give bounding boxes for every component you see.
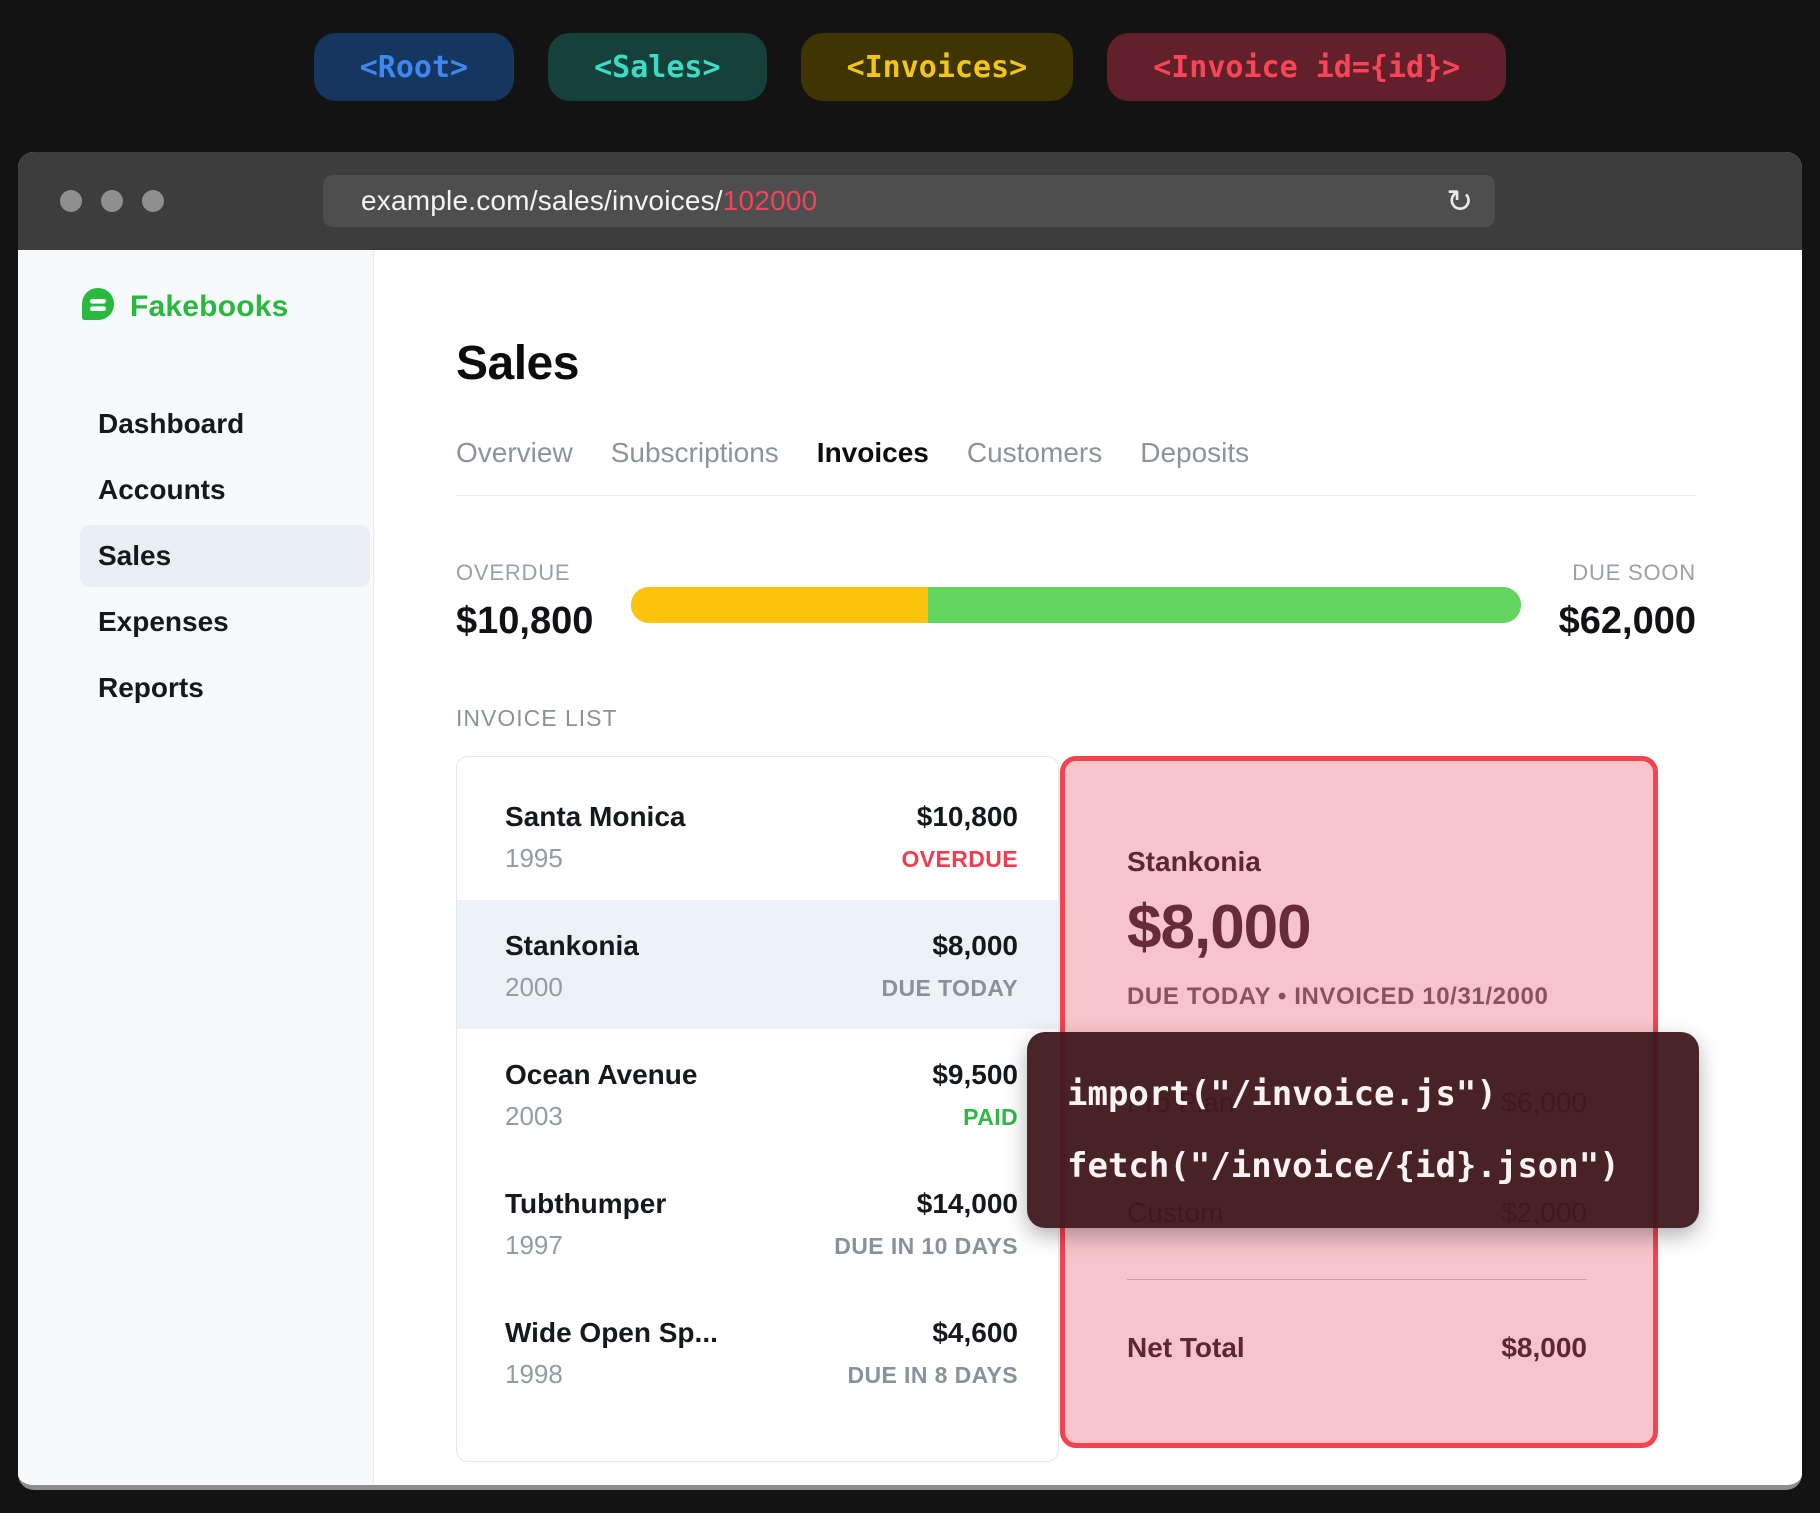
invoice-row-santa-monica[interactable]: Santa Monica $10,800 1995 OVERDUE — [457, 771, 1058, 900]
detail-divider — [1127, 1279, 1587, 1280]
url-prefix: example.com/sales/invoices/ — [361, 185, 723, 216]
detail-customer-name: Stankonia — [1127, 846, 1587, 878]
tab-subscriptions[interactable]: Subscriptions — [611, 437, 779, 469]
invoice-area: Santa Monica $10,800 1995 OVERDUE Stankoni… — [456, 756, 1696, 1462]
invoice-status: DUE TODAY — [881, 975, 1018, 1002]
detail-meta: DUE TODAY • INVOICED 10/31/2000 — [1127, 983, 1587, 1011]
invoice-year: 2003 — [505, 1101, 563, 1132]
sidebar-item-reports[interactable]: Reports — [80, 657, 370, 719]
code-tooltip: import("/invoice.js") fetch("/invoice/{i… — [1027, 1032, 1699, 1228]
invoice-year: 1998 — [505, 1359, 563, 1390]
tabs-divider — [456, 495, 1696, 496]
invoice-name: Stankonia — [505, 930, 639, 962]
reload-icon[interactable]: ↻ — [1446, 185, 1473, 217]
invoice-status: OVERDUE — [901, 846, 1018, 873]
sidebar-item-expenses[interactable]: Expenses — [80, 591, 370, 653]
tab-deposits[interactable]: Deposits — [1140, 437, 1249, 469]
invoice-name: Ocean Avenue — [505, 1059, 697, 1091]
invoice-amount: $10,800 — [917, 801, 1018, 833]
invoice-status: PAID — [963, 1104, 1018, 1131]
tabs: Overview Subscriptions Invoices Customer… — [456, 437, 1696, 469]
brand[interactable]: Fakebooks — [80, 286, 373, 327]
fakebooks-logo-icon — [80, 286, 116, 327]
invoice-row-wide-open-spaces[interactable]: Wide Open Sp... $4,600 1998 DUE IN 8 DAYS — [457, 1287, 1058, 1416]
window-zoom-button[interactable] — [142, 190, 164, 212]
invoice-row-tubthumper[interactable]: Tubthumper $14,000 1997 DUE IN 10 DAYS — [457, 1158, 1058, 1287]
tab-overview[interactable]: Overview — [456, 437, 573, 469]
sidebar-item-accounts[interactable]: Accounts — [80, 459, 370, 521]
url-text: example.com/sales/invoices/102000 — [361, 185, 817, 217]
due-soon-amount: $62,000 — [1559, 600, 1696, 643]
page-title: Sales — [456, 336, 1696, 391]
overdue-amount: $10,800 — [456, 600, 593, 643]
route-badges-row: <Root> <Sales> <Invoices> <Invoice id={i… — [0, 33, 1820, 101]
progress-bar-overdue-segment — [631, 587, 928, 623]
browser-window: example.com/sales/invoices/102000 ↻ Fake… — [18, 152, 1802, 1490]
invoice-name: Wide Open Sp... — [505, 1317, 718, 1349]
invoice-amount: $9,500 — [932, 1059, 1018, 1091]
invoice-row-stankonia[interactable]: Stankonia $8,000 2000 DUE TODAY — [457, 900, 1058, 1029]
progress-bar-due-soon-segment — [928, 587, 1520, 623]
window-close-button[interactable] — [60, 190, 82, 212]
window-controls — [60, 152, 164, 250]
invoice-amount: $4,600 — [932, 1317, 1018, 1349]
invoice-list-label: INVOICE LIST — [456, 705, 1696, 732]
invoice-year: 1997 — [505, 1230, 563, 1261]
screenshot-stage: <Root> <Sales> <Invoices> <Invoice id={i… — [0, 0, 1820, 1513]
overdue-summary: OVERDUE $10,800 — [456, 560, 593, 643]
browser-titlebar: example.com/sales/invoices/102000 ↻ — [18, 152, 1802, 250]
invoice-amount: $14,000 — [917, 1188, 1018, 1220]
net-total-label: Net Total — [1127, 1332, 1245, 1364]
invoice-year: 2000 — [505, 972, 563, 1003]
sidebar: Fakebooks Dashboard Accounts Sales Expen… — [18, 250, 374, 1490]
invoice-name: Tubthumper — [505, 1188, 666, 1220]
url-invoice-id: 102000 — [723, 185, 818, 216]
invoice-year: 1995 — [505, 843, 563, 874]
due-progress-bar — [631, 587, 1520, 623]
main-panel: Sales Overview Subscriptions Invoices Cu… — [374, 250, 1802, 1490]
overdue-label: OVERDUE — [456, 560, 593, 586]
url-bar[interactable]: example.com/sales/invoices/102000 ↻ — [323, 175, 1495, 227]
invoices-summary: OVERDUE $10,800 DUE SOON $62,000 — [456, 560, 1696, 643]
due-soon-label: DUE SOON — [1559, 560, 1696, 586]
sidebar-nav: Dashboard Accounts Sales Expenses Report… — [80, 393, 373, 719]
window-minimize-button[interactable] — [101, 190, 123, 212]
sidebar-item-sales[interactable]: Sales — [80, 525, 370, 587]
tab-customers[interactable]: Customers — [967, 437, 1102, 469]
route-badge-invoices[interactable]: <Invoices> — [801, 33, 1074, 101]
invoice-amount: $8,000 — [932, 930, 1018, 962]
code-line-fetch: fetch("/invoice/{id}.json") — [1067, 1130, 1659, 1202]
code-line-import: import("/invoice.js") — [1067, 1058, 1659, 1130]
detail-total-row: Net Total $8,000 — [1127, 1332, 1587, 1364]
sidebar-item-dashboard[interactable]: Dashboard — [80, 393, 370, 455]
route-badge-root[interactable]: <Root> — [314, 33, 514, 101]
invoice-status: DUE IN 8 DAYS — [847, 1362, 1018, 1389]
invoice-list: Santa Monica $10,800 1995 OVERDUE Stankoni… — [456, 756, 1059, 1462]
invoice-status: DUE IN 10 DAYS — [834, 1233, 1018, 1260]
route-badge-invoice-id[interactable]: <Invoice id={id}> — [1107, 33, 1506, 101]
route-badge-sales[interactable]: <Sales> — [548, 33, 766, 101]
net-total-amount: $8,000 — [1501, 1332, 1587, 1364]
app-content: Fakebooks Dashboard Accounts Sales Expen… — [18, 250, 1802, 1490]
tab-invoices[interactable]: Invoices — [817, 437, 929, 469]
detail-amount: $8,000 — [1127, 892, 1587, 963]
invoice-name: Santa Monica — [505, 801, 685, 833]
due-soon-summary: DUE SOON $62,000 — [1559, 560, 1696, 643]
invoice-row-ocean-avenue[interactable]: Ocean Avenue $9,500 2003 PAID — [457, 1029, 1058, 1158]
brand-name: Fakebooks — [130, 290, 289, 324]
